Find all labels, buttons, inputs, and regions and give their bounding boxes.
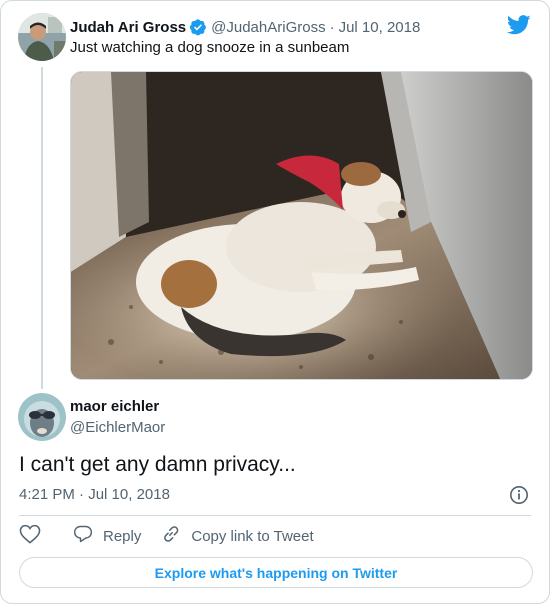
parent-avatar-image — [18, 13, 66, 61]
copy-link-button[interactable]: Copy link to Tweet — [161, 524, 314, 548]
twitter-bird-icon[interactable] — [506, 15, 531, 40]
author-name[interactable]: maor eichler — [70, 398, 159, 415]
info-icon[interactable] — [509, 485, 529, 510]
reply-button[interactable]: Reply — [73, 524, 141, 548]
tweet-date: Jul 10, 2018 — [88, 486, 170, 503]
tweet-embed-card: Judah Ari Gross @JudahAriGross · Jul 10,… — [0, 0, 550, 604]
heart-icon — [19, 524, 41, 548]
header-separator: · — [329, 18, 335, 36]
parent-tweet-text: Just watching a dog snooze in a sunbeam — [70, 39, 350, 56]
author-avatar[interactable] — [18, 393, 66, 441]
link-icon — [161, 524, 181, 548]
parent-header: Judah Ari Gross @JudahAriGross · Jul 10,… — [70, 17, 420, 37]
actions-divider — [19, 515, 531, 516]
author-avatar-image — [18, 393, 66, 441]
parent-avatar[interactable] — [18, 13, 66, 61]
tweet-timestamp[interactable]: 4:21 PM · Jul 10, 2018 — [19, 486, 170, 503]
author-handle[interactable]: @EichlerMaor — [70, 419, 165, 436]
thread-connector-line — [41, 67, 43, 389]
parent-author-handle[interactable]: @JudahAriGross — [211, 19, 325, 36]
verified-badge-icon — [189, 18, 207, 36]
like-button[interactable] — [19, 524, 41, 548]
meta-separator: · — [74, 486, 89, 503]
tweet-text: I can't get any damn privacy... — [19, 453, 296, 476]
reply-label: Reply — [103, 527, 142, 545]
tweet-time: 4:21 PM — [19, 486, 75, 503]
copy-link-label: Copy link to Tweet — [191, 527, 314, 545]
tweet-actions: Reply Copy link to Tweet — [19, 524, 334, 548]
parent-tweet-date[interactable]: Jul 10, 2018 — [339, 19, 421, 36]
reply-icon — [73, 524, 93, 548]
tweet-photo-sleeping-dog[interactable] — [70, 71, 533, 380]
parent-author-name[interactable]: Judah Ari Gross — [70, 19, 186, 36]
explore-twitter-button[interactable]: Explore what's happening on Twitter — [19, 557, 533, 588]
